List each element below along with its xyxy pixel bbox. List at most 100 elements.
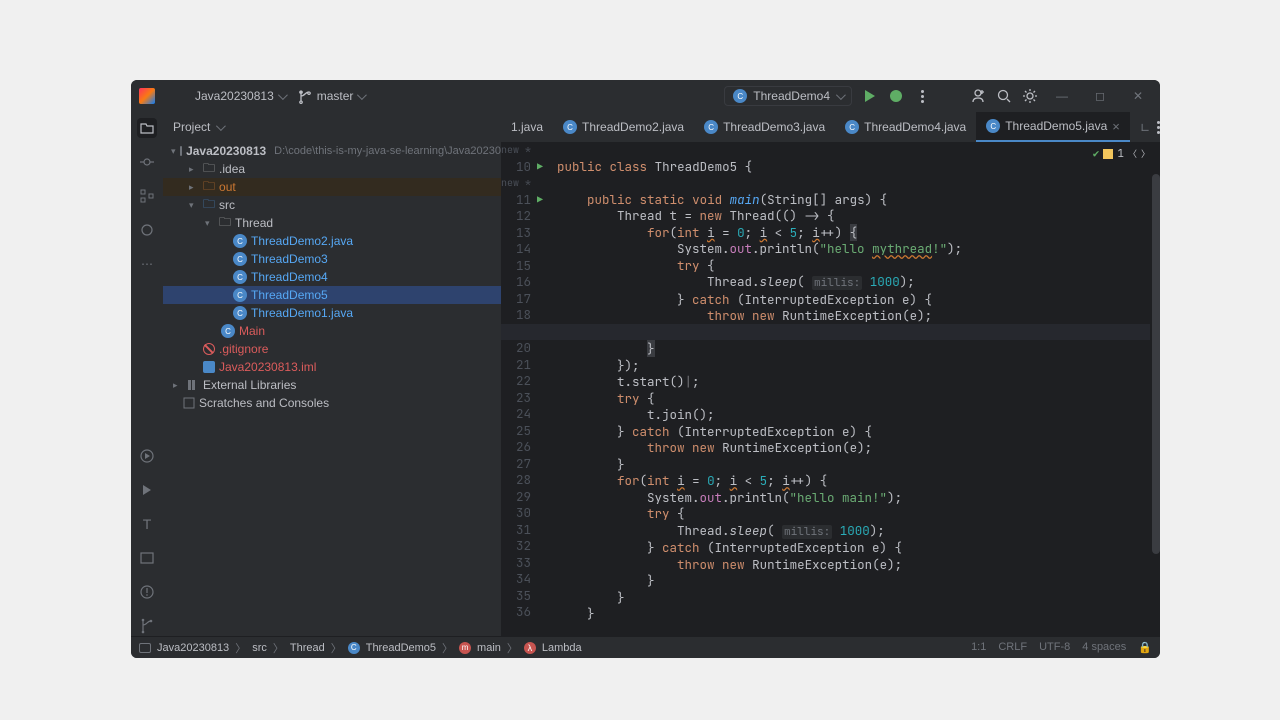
crumb[interactable]: Java20230813	[157, 642, 229, 654]
close-button[interactable]: ✕	[1124, 84, 1152, 108]
debug-button[interactable]	[888, 88, 904, 104]
editor-scrollbar[interactable]	[1152, 174, 1160, 554]
tab-active[interactable]: CThreadDemo5.java×	[976, 112, 1130, 142]
class-icon: C	[733, 89, 747, 103]
line-gutter: new * 10 new * 1112131415161718192021222…	[501, 142, 537, 636]
tree-folder-thread[interactable]: ▾🗀 Thread	[163, 214, 501, 232]
more-actions-button[interactable]	[914, 88, 930, 104]
run-line-icon[interactable]: ▶	[537, 159, 551, 176]
class-icon: C	[221, 324, 235, 338]
problems-tool-button[interactable]	[137, 548, 157, 568]
project-dropdown[interactable]: Java20230813	[195, 89, 285, 103]
tree-iml[interactable]: Java20230813.iml	[163, 358, 501, 376]
tab[interactable]: 1.java	[501, 112, 553, 142]
minimize-button[interactable]: —	[1048, 84, 1076, 108]
method-icon: m	[459, 642, 471, 654]
tree-file-selected[interactable]: C ThreadDemo5	[163, 286, 501, 304]
indent-setting[interactable]: 4 spaces	[1082, 641, 1126, 654]
src-folder-icon: 🗀	[203, 195, 215, 216]
more-tools-button[interactable]: ⋯	[137, 254, 157, 274]
sidebar-header[interactable]: Project	[163, 112, 501, 142]
tree-file[interactable]: C ThreadDemo1.java	[163, 304, 501, 322]
run-line-icon[interactable]: ▶	[537, 192, 551, 209]
tree-scratches[interactable]: Scratches and Consoles	[163, 394, 501, 412]
class-icon: C	[563, 120, 577, 134]
module-icon	[139, 643, 151, 653]
maximize-button[interactable]: ◻	[1086, 84, 1114, 108]
warning-icon	[1103, 149, 1113, 159]
tab[interactable]: CThreadDemo4.java	[835, 112, 976, 142]
play-icon	[865, 90, 875, 102]
class-icon: C	[845, 120, 859, 134]
build-tool-button[interactable]	[137, 446, 157, 466]
class-icon: C	[704, 120, 718, 134]
tab-dropdown-icon[interactable]	[1136, 120, 1151, 135]
settings-icon[interactable]	[1022, 88, 1038, 104]
run-gutter: ▶ ▶	[537, 142, 551, 636]
run-config-name: ThreadDemo4	[753, 89, 830, 103]
ide-window: Java20230813 master C ThreadDemo4 — ◻ ✕	[131, 80, 1160, 658]
code-with-me-icon[interactable]	[970, 88, 986, 104]
close-tab-icon[interactable]: ×	[1112, 119, 1120, 134]
sidebar-title: Project	[173, 120, 210, 134]
check-icon: ✔	[1093, 146, 1100, 163]
main-menu-icon[interactable]	[167, 88, 183, 104]
chevron-down-icon	[357, 89, 364, 103]
tree-file[interactable]: C ThreadDemo3	[163, 250, 501, 268]
warn-tool-button[interactable]	[137, 582, 157, 602]
tab[interactable]: CThreadDemo3.java	[694, 112, 835, 142]
code-content[interactable]: public class ThreadDemo5 { public static…	[551, 142, 1160, 636]
vcs-tool-button[interactable]	[137, 616, 157, 636]
class-icon: C	[233, 270, 247, 284]
class-icon: C	[233, 234, 247, 248]
line-separator[interactable]: CRLF	[998, 641, 1027, 654]
project-name: Java20230813	[195, 89, 274, 103]
vcs-branch-dropdown[interactable]: master	[297, 88, 365, 104]
app-logo-icon	[139, 88, 155, 104]
gitignore-icon	[203, 343, 215, 355]
inspections-widget[interactable]: ✔ 1 〈〉	[1093, 146, 1150, 163]
terminal-tool-button[interactable]: T	[137, 514, 157, 534]
services-tool-button[interactable]	[137, 220, 157, 240]
run-config-dropdown[interactable]: C ThreadDemo4	[724, 86, 852, 106]
commit-tool-button[interactable]	[137, 152, 157, 172]
file-encoding[interactable]: UTF-8	[1039, 641, 1070, 654]
tree-folder-idea[interactable]: ▸🗀 .idea	[163, 160, 501, 178]
tab-more-icon[interactable]	[1157, 121, 1160, 134]
readonly-lock-icon[interactable]: 🔒	[1138, 641, 1152, 654]
branch-icon	[297, 88, 313, 104]
tree-root[interactable]: ▾ Java20230813D:\code\this-is-my-java-se…	[163, 142, 501, 160]
titlebar: Java20230813 master C ThreadDemo4 — ◻ ✕	[131, 80, 1160, 112]
tree-folder-src[interactable]: ▾🗀 src	[163, 196, 501, 214]
breadcrumb-bar: Java20230813〉 src〉 Thread〉 C ThreadDemo5…	[131, 636, 1160, 658]
run-button[interactable]	[862, 88, 878, 104]
crumb[interactable]: Lambda	[542, 642, 582, 654]
editor-tabs: 1.java CThreadDemo2.java CThreadDemo3.ja…	[501, 112, 1160, 142]
class-icon: C	[233, 252, 247, 266]
crumb[interactable]: ThreadDemo5	[366, 642, 436, 654]
run-tool-button[interactable]	[137, 480, 157, 500]
crumb[interactable]: Thread	[290, 642, 325, 654]
class-icon: C	[348, 642, 360, 654]
tree-external-libs[interactable]: ▸ External Libraries	[163, 376, 501, 394]
tree-file[interactable]: C ThreadDemo4	[163, 268, 501, 286]
bug-icon	[890, 90, 902, 102]
search-icon[interactable]	[996, 88, 1012, 104]
project-tool-button[interactable]	[137, 118, 157, 138]
lambda-icon: λ	[524, 642, 536, 654]
module-icon	[180, 146, 183, 156]
code-editor[interactable]: ✔ 1 〈〉 new * 10 new * 111213141516171819…	[501, 142, 1160, 636]
structure-tool-button[interactable]	[137, 186, 157, 206]
tree-gitignore[interactable]: .gitignore	[163, 340, 501, 358]
cursor-pos[interactable]: 1:1	[971, 641, 986, 654]
chevron-down-icon	[278, 89, 285, 103]
tab[interactable]: CThreadDemo2.java	[553, 112, 694, 142]
chevron-down-icon	[216, 120, 223, 134]
tree-file[interactable]: C ThreadDemo2.java	[163, 232, 501, 250]
package-icon: 🗀	[219, 213, 231, 234]
class-icon: C	[986, 119, 1000, 133]
crumb[interactable]: src	[252, 642, 267, 654]
tree-folder-out[interactable]: ▸🗀 out	[163, 178, 501, 196]
tree-file[interactable]: C Main	[163, 322, 501, 340]
crumb[interactable]: main	[477, 642, 501, 654]
